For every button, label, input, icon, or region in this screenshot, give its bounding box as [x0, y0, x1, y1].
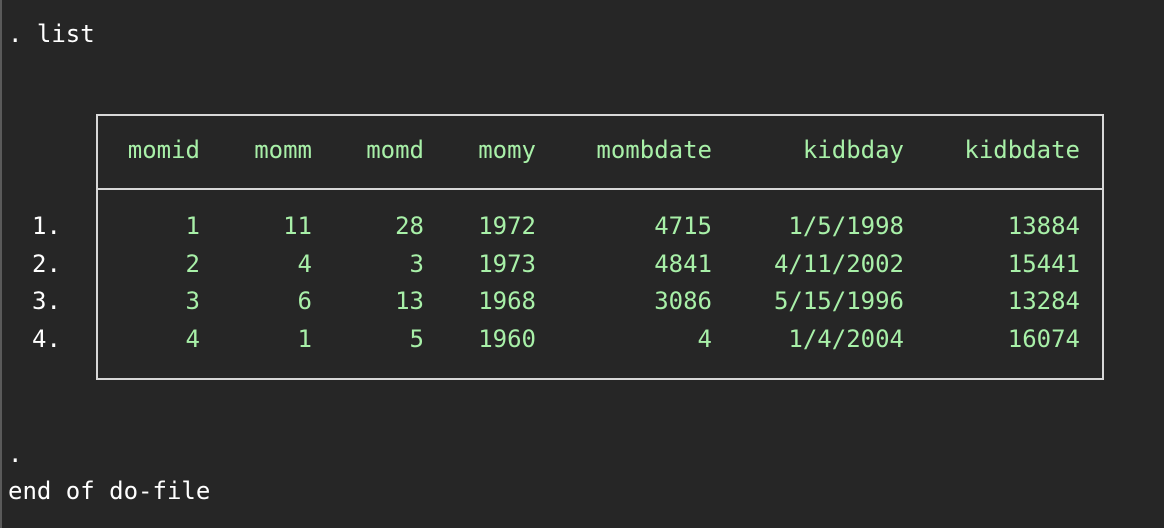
end-of-do-file-message: end of do-file: [8, 477, 211, 505]
command-echo: . list: [8, 20, 95, 48]
table-cell: 3086: [654, 287, 712, 315]
command-prompt: .: [8, 440, 23, 468]
table-cell: 5: [409, 325, 424, 353]
row-number: 2.: [32, 250, 61, 278]
column-header-kidbday: kidbday: [802, 136, 904, 164]
results-window: . list momid momm momd momy mombdate kid…: [0, 0, 1164, 528]
column-header-momm: momm: [254, 136, 312, 164]
table-cell: 1968: [478, 287, 536, 315]
table-cell: 4: [297, 250, 312, 278]
table-cell: 13: [395, 287, 424, 315]
table-cell: 13884: [1007, 212, 1080, 240]
table-cell: 4: [697, 325, 712, 353]
row-number: 3.: [32, 287, 61, 315]
table-cell: 16074: [1007, 325, 1080, 353]
table-cell: 1/5/1998: [788, 212, 904, 240]
table-cell: 1972: [478, 212, 536, 240]
row-number: 4.: [32, 325, 61, 353]
table-header-separator: [96, 188, 1104, 190]
table-cell: 1: [297, 325, 312, 353]
table-cell: 1960: [478, 325, 536, 353]
table-cell: 13284: [1007, 287, 1080, 315]
table-cell: 1973: [478, 250, 536, 278]
table-cell: 15441: [1007, 250, 1080, 278]
table-cell: 4: [185, 325, 200, 353]
table-cell: 4/11/2002: [773, 250, 904, 278]
table-cell: 5/15/1996: [773, 287, 904, 315]
column-header-momd: momd: [366, 136, 424, 164]
table-cell: 3: [409, 250, 424, 278]
row-number: 1.: [32, 212, 61, 240]
table-cell: 28: [395, 212, 424, 240]
column-header-kidbdate: kidbdate: [964, 136, 1080, 164]
table-cell: 4841: [654, 250, 712, 278]
column-header-mombdate: mombdate: [596, 136, 712, 164]
column-header-momid: momid: [127, 136, 200, 164]
table-cell: 4715: [654, 212, 712, 240]
table-cell: 2: [185, 250, 200, 278]
table-cell: 1/4/2004: [788, 325, 904, 353]
table-cell: 3: [185, 287, 200, 315]
table-cell: 1: [185, 212, 200, 240]
table-cell: 11: [283, 212, 312, 240]
column-header-momy: momy: [478, 136, 536, 164]
table-cell: 6: [297, 287, 312, 315]
